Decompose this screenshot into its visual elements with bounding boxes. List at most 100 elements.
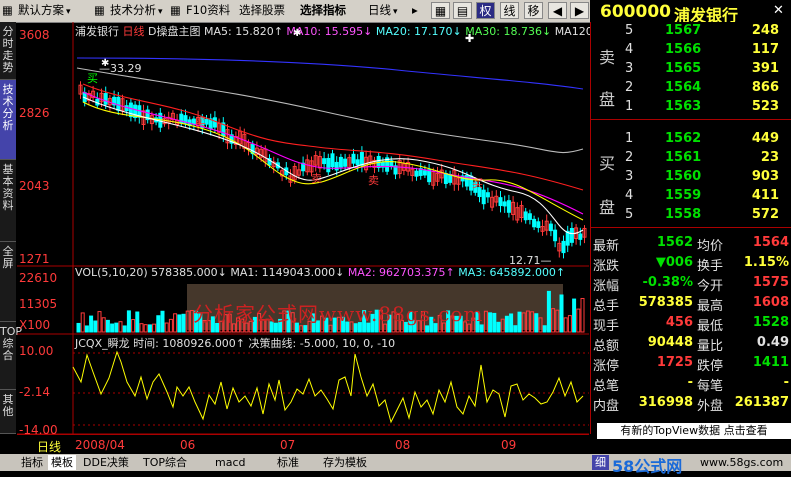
move-button[interactable]: 移 <box>524 2 543 19</box>
bottom-tab-bar: 指标 模板 DDE决策 TOP综合 macd 标准 存为模板 细 58公式网 w… <box>0 454 791 476</box>
buy-book: 买 盘 1 1562 449 2 1561 23 3 1560 903 4 1559 411 5 1558… <box>591 130 791 228</box>
buy-row[interactable]: 3 1560 903 <box>591 168 791 187</box>
quote-row: 涨停 1725 跌停 1411 <box>591 354 791 374</box>
toolbar-grid-icon-4[interactable]: ▦ <box>431 2 450 19</box>
sell-volume: 248 <box>751 23 779 38</box>
bottom-tab-standard[interactable]: 标准 <box>274 455 302 470</box>
quote-value: 316998 <box>638 395 693 410</box>
x-axis: 日线 2008/04 06 07 08 09 <box>17 434 589 455</box>
volume-bar <box>105 319 110 333</box>
candle-body <box>481 189 486 205</box>
buy-row[interactable]: 2 1561 23 <box>591 149 791 168</box>
toolbar-window-icon[interactable]: ▤ <box>453 2 472 19</box>
y-tick-main-4: 1271 <box>19 252 50 266</box>
buy-price: 1560 <box>665 169 702 184</box>
quote-key: 均价 <box>697 239 724 254</box>
candle-body <box>448 174 453 183</box>
quote-value: - <box>687 375 693 390</box>
ma120-value: MA120 <box>554 25 593 38</box>
toolbar-grid-icon-3[interactable]: ▦ <box>170 2 181 19</box>
buy-volume: 903 <box>751 169 779 184</box>
y-tick-ind-2: -2.14 <box>19 385 51 399</box>
y-tick-vol-3: X100 <box>19 318 51 332</box>
candle-body <box>561 240 566 254</box>
sell-row[interactable]: 4 1566 117 <box>591 41 791 60</box>
bottom-tab-template[interactable]: 模板 <box>48 455 76 470</box>
bottom-tab-detail[interactable]: 细 <box>592 455 609 470</box>
bottom-tab-dde[interactable]: DDE决策 <box>80 455 132 470</box>
buy-level: 1 <box>625 131 634 146</box>
f10-button[interactable]: F10资料 <box>186 2 230 19</box>
candle-body <box>334 161 339 171</box>
quote-value: - <box>783 375 789 390</box>
candle-body <box>351 153 356 164</box>
tab-intraday[interactable]: 分时走势 <box>0 22 16 80</box>
tab-fundamental[interactable]: 基本资料 <box>0 160 16 242</box>
buy-price: 1562 <box>665 131 702 146</box>
bottom-tab-top[interactable]: TOP综合 <box>140 455 190 470</box>
vol-chart-header: VOL(5,10,20) 578385.000↓ MA1: 1149043.00… <box>75 266 565 279</box>
bottom-tab-indicator[interactable]: 指标 <box>18 455 46 470</box>
tab-other[interactable]: 其他 <box>0 390 16 434</box>
toolbar-more-icon[interactable]: ▸ <box>412 2 418 19</box>
buy-row[interactable]: 1 1562 449 <box>591 130 791 149</box>
sell-row[interactable]: 2 1564 866 <box>591 79 791 98</box>
tab-technical[interactable]: 技术分析 <box>0 80 16 160</box>
volume-bar <box>563 317 568 333</box>
line-button[interactable]: 线 <box>500 2 519 19</box>
volume-bar <box>509 313 514 333</box>
candle-body <box>532 218 537 228</box>
topview-banner[interactable]: 有新的TopView数据 点击查看 <box>597 423 791 439</box>
rights-button[interactable]: 权 <box>476 2 495 19</box>
sell-price: 1567 <box>665 23 702 38</box>
volume-bar <box>542 325 547 333</box>
bottom-tab-macd[interactable]: macd <box>212 455 249 470</box>
tech-analysis-dropdown[interactable]: 技术分析 <box>110 2 163 19</box>
chart-stock-name: 浦发银行 <box>75 25 119 38</box>
volume-bar <box>173 313 178 333</box>
quote-value: 456 <box>665 315 693 330</box>
candle-body <box>338 156 343 168</box>
quote-key: 换手 <box>697 259 724 274</box>
sell-level: 5 <box>625 23 634 38</box>
marker-cross: ✚ <box>465 32 475 45</box>
bottom-tab-save-template[interactable]: 存为模板 <box>320 455 370 470</box>
candle-body <box>578 233 583 240</box>
buy-row[interactable]: 5 1558 572 <box>591 206 791 225</box>
toolbar-grid-icon[interactable]: ▦ <box>2 2 13 19</box>
right-arrow-button[interactable]: ▶ <box>570 2 589 19</box>
candle-body <box>498 197 503 207</box>
period-dropdown[interactable]: 日线 <box>368 2 398 19</box>
chart-area[interactable]: 浦发银行 日线 D操盘主图 MA5: 15.820↑ MA10: 15.595↓… <box>17 22 593 437</box>
left-arrow-button[interactable]: ◀ <box>548 2 567 19</box>
select-indicator-button[interactable]: 选择指标 <box>300 2 346 19</box>
quote-value: 1564 <box>752 235 789 250</box>
sell-level: 2 <box>625 80 634 95</box>
volume-bar <box>156 315 161 333</box>
buy-price: 1559 <box>665 188 702 203</box>
sell-level: 3 <box>625 61 634 76</box>
volume-bar <box>147 324 152 333</box>
volume-bar <box>97 311 102 333</box>
y-tick-ind-1: 10.00 <box>19 344 54 358</box>
buy-level: 4 <box>625 188 634 203</box>
select-stock-button[interactable]: 选择股票 <box>239 2 285 19</box>
quote-key: 每笔 <box>697 379 724 394</box>
sell-row[interactable]: 1 1563 523 <box>591 98 791 117</box>
toolbar-grid-icon-2[interactable]: ▦ <box>94 2 105 19</box>
y-tick-vol-2: 11305 <box>19 297 58 311</box>
marker-star-2: ✱ <box>293 28 302 39</box>
candle-body <box>527 213 532 220</box>
buy-row[interactable]: 4 1559 411 <box>591 187 791 206</box>
vol-ma2: MA2: 962703.375↑ <box>347 266 455 279</box>
scheme-dropdown[interactable]: 默认方案 <box>18 2 71 19</box>
footer-url: www.58gs.com <box>700 456 784 469</box>
x-axis-period[interactable]: 日线 <box>37 438 61 455</box>
tab-fullscreen[interactable]: 全屏 <box>0 242 16 322</box>
sell-row[interactable]: 5 1567 248 <box>591 22 791 41</box>
close-icon[interactable]: ✕ <box>773 3 784 18</box>
tab-top-composite[interactable]: TOP综合 <box>0 322 22 390</box>
quote-row: 内盘 316998 外盘 261387 <box>591 394 791 414</box>
quote-row: 总额 90448 量比 0.49 <box>591 334 791 354</box>
sell-row[interactable]: 3 1565 391 <box>591 60 791 79</box>
